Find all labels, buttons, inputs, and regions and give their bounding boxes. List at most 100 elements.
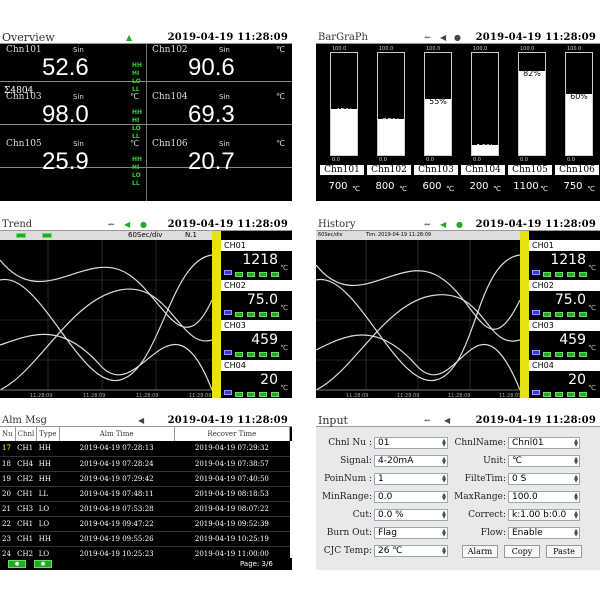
trend-scale: 60Sec/div <box>128 231 163 239</box>
history-channel-checkbox[interactable] <box>532 390 540 395</box>
input-field-value[interactable]: 0 S ▲ ▼ <box>508 473 580 485</box>
overview-channel-unit: ℃ <box>276 139 285 148</box>
trend-channel-checkbox[interactable] <box>224 310 232 315</box>
alarm-cell-alm: 2019-04-19 09:47:22 <box>59 516 175 532</box>
table-row[interactable]: 20 CH1 LL 2019-04-19 07:48:11 2019-04-19 08:… <box>0 486 290 502</box>
history-channel-checkbox[interactable] <box>532 270 540 275</box>
overview-alarm-indicator: LL <box>132 86 140 93</box>
alarm-scrollbar[interactable] <box>290 441 292 558</box>
alarm-cell-rec: 2019-04-19 07:29:32 <box>174 441 290 457</box>
alarm-cell-rec: 2019-04-19 09:52:39 <box>174 516 290 532</box>
history-channel-status-chip <box>543 312 551 317</box>
alarm-titlebar: Alm Msg ◀ 2019-04-19 11:28:09 <box>0 414 292 427</box>
history-time-label: 11:28:09 <box>346 393 368 398</box>
overview-titlebar: Overview ▲ 2019-04-19 11:28:09 <box>0 31 292 44</box>
spinner-icon[interactable]: ▲ ▼ <box>442 547 446 556</box>
bar-percent-label: 10% <box>476 142 494 152</box>
alarm-cell-ch: CH1 <box>15 486 37 502</box>
spinner-icon[interactable]: ▲ ▼ <box>442 493 446 502</box>
value-text: 0.0 <box>378 492 393 502</box>
input-field-label: Correct: <box>468 510 506 520</box>
overview-channel-value: 90.6 <box>188 54 235 81</box>
trend-channel-status-chip <box>259 352 267 357</box>
history-channel-status-chip <box>543 272 551 277</box>
overview-channel-value: 98.0 <box>42 101 89 128</box>
alarm-footer: ● ● Page: 3/6 <box>0 558 290 570</box>
spinner-icon[interactable]: ▲ ▼ <box>442 439 446 448</box>
history-channel-status-chip <box>567 272 575 277</box>
history-channel-value: 459 <box>559 332 586 348</box>
table-row[interactable]: 18 CH4 HH 2019-04-19 07:28:24 2019-04-19 07:… <box>0 456 290 472</box>
input-field-value[interactable]: k:1.00 b:0.0 ▲ ▼ <box>508 509 580 521</box>
trend-channel-checkbox[interactable] <box>224 270 232 275</box>
table-row[interactable]: 17 CH1 HH 2019-04-19 07:28:13 2019-04-19 07:… <box>0 441 290 457</box>
spinner-icon[interactable]: ▲ ▼ <box>442 475 446 484</box>
trend-channel-status-chip <box>235 312 243 317</box>
trend-pause-button[interactable] <box>42 233 52 238</box>
input-field-value[interactable]: 0.0 % ▲ ▼ <box>374 509 448 521</box>
spinner-icon[interactable]: ▲ ▼ <box>574 511 578 520</box>
spinner-icon[interactable]: ▲ ▼ <box>442 457 446 466</box>
history-channel-checkbox[interactable] <box>532 350 540 355</box>
spinner-icon[interactable]: ▲ ▼ <box>574 529 578 538</box>
table-row[interactable]: 19 CH2 HH 2019-04-19 07:29:42 2019-04-19 07:… <box>0 471 290 487</box>
spinner-icon[interactable]: ▲ ▼ <box>574 493 578 502</box>
trend-time-label: 11:28:09 <box>83 393 105 398</box>
input-field-value[interactable]: 100.0 ▲ ▼ <box>508 491 580 503</box>
bar-channel-value: 750 <box>563 181 583 192</box>
trend-channel-status-chip <box>259 272 267 277</box>
trend-channel-checkbox[interactable] <box>224 390 232 395</box>
overview-channel-name: Chn104 <box>152 92 188 102</box>
input-field-value[interactable]: Chnl01 ▲ ▼ <box>508 437 580 449</box>
alarm-next-button[interactable]: ● <box>34 560 52 568</box>
paste-button[interactable]: Paste <box>546 545 582 558</box>
alarm-cell-ch: CH1 <box>15 531 37 547</box>
bar-fill <box>566 93 592 155</box>
history-channel-value: 1218 <box>550 252 586 268</box>
spinner-icon[interactable]: ▲ ▼ <box>574 439 578 448</box>
table-row[interactable]: 23 CH1 HH 2019-04-19 09:55:26 2019-04-19 10:… <box>0 531 290 547</box>
table-row[interactable]: 21 CH3 LO 2019-04-19 07:53:28 2019-04-19 08:… <box>0 501 290 517</box>
input-field-label: Cut: <box>352 510 372 520</box>
alarm-cell-rec: 2019-04-19 08:18:53 <box>174 486 290 502</box>
speaker-icon: ◀ <box>440 220 447 229</box>
alarm-button[interactable]: Alarm <box>462 545 498 558</box>
history-channel-panel: CH01 1218 ℃ CH02 75.0 ℃ CH03 459 ℃ CH04 20 ℃ <box>529 240 600 398</box>
history-time-label: 11:28:09 <box>448 393 470 398</box>
spinner-icon[interactable]: ▲ ▼ <box>442 529 446 538</box>
input-field-value[interactable]: Flag ▲ ▼ <box>374 527 448 539</box>
alarm-column-header: Chnl <box>15 427 38 441</box>
value-text: Enable <box>512 528 543 538</box>
value-text: 100.0 <box>512 492 538 502</box>
copy-button[interactable]: Copy <box>504 545 540 558</box>
input-datetime: 2019-04-19 11:28:09 <box>475 415 596 426</box>
spinner-icon[interactable]: ▲ ▼ <box>574 475 578 484</box>
input-field-value[interactable]: 01 ▲ ▼ <box>374 437 448 449</box>
alarm-cell-ch: CH1 <box>15 516 37 532</box>
input-field-value[interactable]: 4-20mA ▲ ▼ <box>374 455 448 467</box>
bar-scale-bottom: 0.0 <box>567 157 575 163</box>
history-channel-status-chip <box>579 352 587 357</box>
input-field-value[interactable]: 0.0 ▲ ▼ <box>374 491 448 503</box>
history-channel-checkbox[interactable] <box>532 310 540 315</box>
value-text: 0 S <box>512 474 527 484</box>
history-channel-unit: ℃ <box>588 264 596 272</box>
alarm-cell-type: LO <box>36 501 60 517</box>
alarm-prev-button[interactable]: ● <box>8 560 26 568</box>
spinner-icon[interactable]: ▲ ▼ <box>442 511 446 520</box>
trend-channel-unit: ℃ <box>280 304 288 312</box>
overview-channel-signal: Sin <box>73 140 84 148</box>
table-row[interactable]: 22 CH1 LO 2019-04-19 09:47:22 2019-04-19 09:… <box>0 516 290 532</box>
trend-play-button[interactable] <box>16 233 26 238</box>
input-field-value[interactable]: 26 ℃ ▲ ▼ <box>374 545 448 557</box>
input-field-value[interactable]: 1 ▲ ▼ <box>374 473 448 485</box>
alarm-cell-type: LO <box>36 516 60 532</box>
input-field-value[interactable]: ℃ ▲ ▼ <box>508 455 580 467</box>
history-channel-status-chip <box>555 312 563 317</box>
overview-channel-value: 20.7 <box>188 148 235 175</box>
input-field-value[interactable]: Enable ▲ ▼ <box>508 527 580 539</box>
bar-frame: 82% <box>518 52 546 156</box>
bar-channel-unit: ℃ <box>352 185 360 193</box>
spinner-icon[interactable]: ▲ ▼ <box>574 457 578 466</box>
trend-channel-checkbox[interactable] <box>224 350 232 355</box>
